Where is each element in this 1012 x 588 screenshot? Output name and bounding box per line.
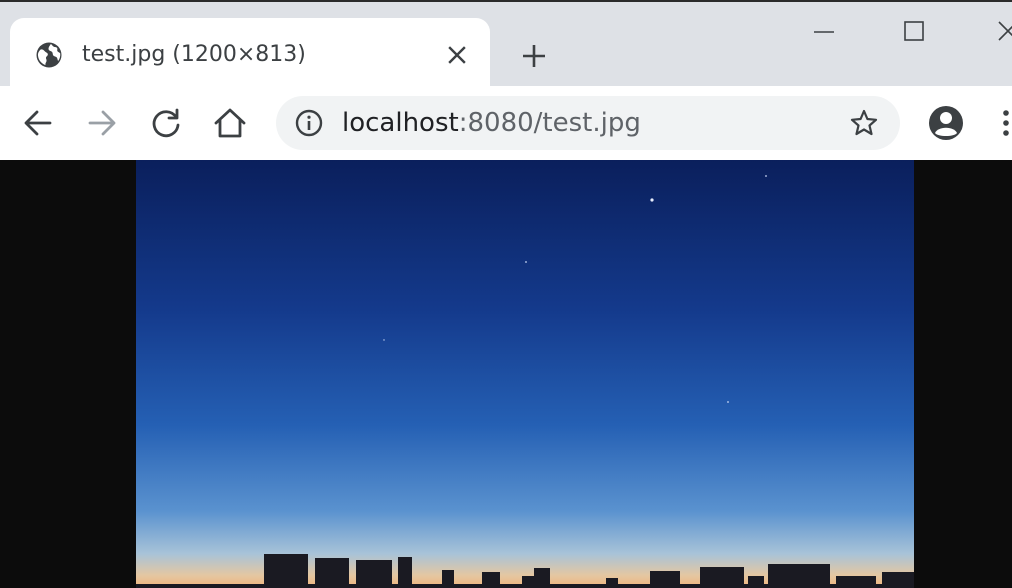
tab-strip: test.jpg (1200×813) bbox=[0, 0, 1012, 88]
displayed-image bbox=[136, 160, 914, 588]
home-icon[interactable] bbox=[210, 103, 250, 143]
account-icon[interactable] bbox=[926, 103, 966, 143]
reload-icon[interactable] bbox=[146, 103, 186, 143]
tab-title: test.jpg (1200×813) bbox=[82, 42, 306, 67]
close-icon[interactable] bbox=[990, 16, 1012, 52]
forward-arrow-icon[interactable] bbox=[82, 103, 122, 143]
new-tab-icon[interactable] bbox=[516, 38, 552, 74]
info-icon[interactable] bbox=[294, 108, 324, 138]
maximize-icon[interactable] bbox=[896, 16, 932, 52]
tab-active[interactable]: test.jpg (1200×813) bbox=[10, 18, 490, 88]
browser-window: test.jpg (1200×813) localhost:8080/test.… bbox=[0, 0, 1012, 588]
tab-close-icon[interactable] bbox=[442, 40, 472, 70]
address-bar[interactable]: localhost:8080/test.jpg bbox=[276, 96, 900, 150]
url-text[interactable]: localhost:8080/test.jpg bbox=[342, 106, 641, 140]
minimize-icon[interactable] bbox=[806, 16, 842, 52]
globe-icon bbox=[34, 40, 64, 70]
url-host: localhost bbox=[342, 108, 459, 138]
star-icon[interactable] bbox=[848, 107, 880, 139]
more-vert-icon[interactable] bbox=[996, 103, 1012, 143]
toolbar: localhost:8080/test.jpg bbox=[0, 86, 1012, 160]
url-path: :8080/test.jpg bbox=[458, 108, 641, 138]
back-arrow-icon[interactable] bbox=[18, 103, 58, 143]
page-viewport bbox=[0, 160, 1012, 588]
